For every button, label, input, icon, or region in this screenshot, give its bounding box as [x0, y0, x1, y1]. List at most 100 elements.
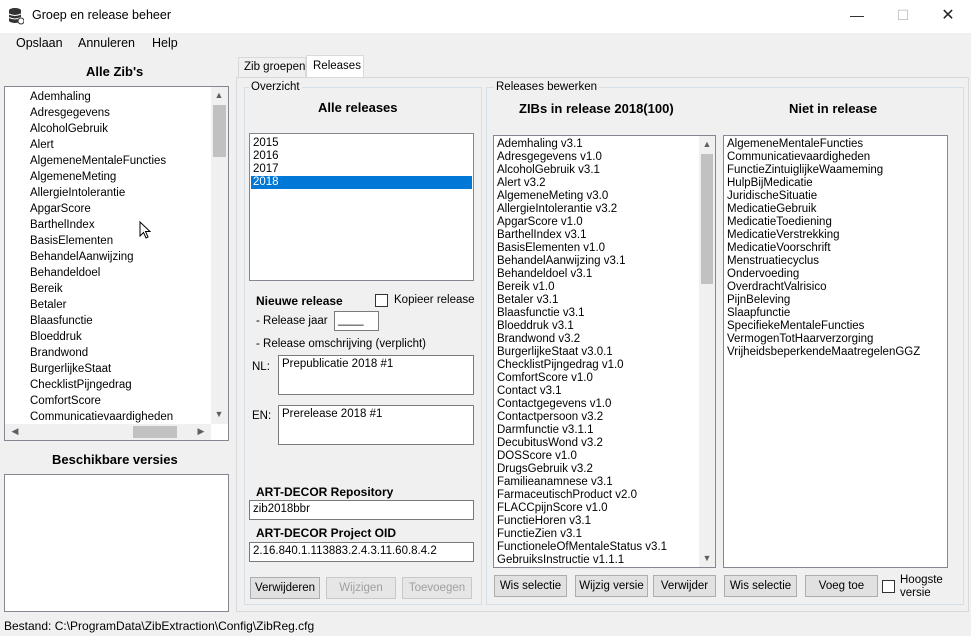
release-item[interactable]: 2017 — [253, 163, 472, 176]
en-description-input[interactable]: Prerelease 2018 #1 — [278, 405, 474, 445]
list-item[interactable]: Bloeddruk — [30, 331, 82, 344]
scroll-right-icon[interactable]: ▶ — [193, 426, 209, 437]
copy-release-checkbox[interactable] — [375, 294, 388, 307]
in-list-vscroll[interactable]: ▲ ▼ — [699, 136, 715, 567]
list-item[interactable]: Ademhaling v3.1 — [497, 138, 583, 151]
change-version-button[interactable]: Wijzig versie — [575, 575, 648, 597]
maximize-button[interactable]: ☐ — [880, 0, 926, 32]
scroll-up-icon[interactable]: ▲ — [211, 90, 227, 100]
list-item[interactable]: Ademhaling — [30, 91, 91, 104]
list-item[interactable]: Bereik — [30, 283, 63, 296]
list-item[interactable]: AllergieIntolerantie — [30, 187, 125, 200]
list-item[interactable]: Behandeldoel v3.1 — [497, 268, 592, 281]
clear-selection-left-button[interactable]: Wis selectie — [494, 575, 567, 597]
change-release-button[interactable]: Wijzigen — [326, 577, 396, 599]
list-item[interactable]: AllergieIntolerantie v3.2 — [497, 203, 617, 216]
remove-from-release-button[interactable]: Verwijder — [653, 575, 716, 597]
release-item[interactable]: 2015 — [253, 137, 472, 150]
list-item[interactable]: ComfortScore v1.0 — [497, 372, 593, 385]
list-item[interactable]: AlgemeneMeting — [30, 171, 116, 184]
scroll-left-icon[interactable]: ◀ — [7, 426, 23, 437]
scroll-up-icon[interactable]: ▲ — [699, 139, 715, 149]
list-item[interactable]: Betaler — [30, 299, 66, 312]
scroll-thumb[interactable] — [701, 154, 713, 284]
list-item[interactable]: AlgemeneMeting v3.0 — [497, 190, 608, 203]
list-item[interactable]: Adresgegevens — [30, 107, 110, 120]
in-release-list[interactable]: Ademhaling v3.1 Adresgegevens v1.0 Alcohol… — [493, 135, 716, 568]
add-to-release-button[interactable]: Voeg toe — [805, 575, 878, 597]
clear-selection-right-button[interactable]: Wis selectie — [724, 575, 797, 597]
list-item[interactable]: MedicatieGebruik — [727, 203, 816, 216]
list-item[interactable]: Brandwond v3.2 — [497, 333, 580, 346]
add-release-button[interactable]: Toevoegen — [402, 577, 472, 599]
list-item[interactable]: FLACCpijnScore v1.0 — [497, 502, 608, 515]
release-year-input[interactable]: ____ — [334, 311, 379, 331]
list-item[interactable]: ComfortScore — [30, 395, 101, 408]
not-in-release-list[interactable]: AlgemeneMentaleFuncties Communicatievaard… — [723, 135, 948, 568]
hscroll-thumb[interactable] — [133, 426, 177, 438]
list-item[interactable]: FarmaceutischProduct v2.0 — [497, 489, 637, 502]
menu-save[interactable]: Opslaan — [16, 36, 63, 50]
list-item[interactable]: Bereik v1.0 — [497, 281, 555, 294]
list-item[interactable]: BarthelIndex v3.1 — [497, 229, 587, 242]
nl-description-input[interactable]: Prepublicatie 2018 #1 — [278, 355, 474, 395]
list-item[interactable]: AlcoholGebruik v3.1 — [497, 164, 600, 177]
repo-input[interactable]: zib2018bbr — [249, 500, 474, 520]
list-item[interactable]: FunctieHoren v3.1 — [497, 515, 591, 528]
delete-release-button[interactable]: Verwijderen — [250, 577, 320, 599]
list-item[interactable]: Bloeddruk v3.1 — [497, 320, 574, 333]
list-item[interactable]: MedicatieVerstrekking — [727, 229, 840, 242]
zib-list-hscroll[interactable]: ◀ ▶ — [5, 424, 211, 440]
list-item[interactable]: AlgemeneMentaleFuncties — [727, 138, 863, 151]
list-item[interactable]: JuridischeSituatie — [727, 190, 817, 203]
releases-list[interactable]: 2015 2016 2017 2018 — [249, 133, 474, 281]
minimize-button[interactable]: — — [834, 0, 880, 32]
list-item[interactable]: Communicatievaardigheden — [727, 151, 870, 164]
list-item[interactable]: Contactpersoon v3.2 — [497, 411, 603, 424]
list-item[interactable]: Adresgegevens v1.0 — [497, 151, 602, 164]
list-item[interactable]: FunctioneleOfMentaleStatus v3.1 — [497, 541, 667, 554]
list-item[interactable]: BarthelIndex — [30, 219, 95, 232]
list-item[interactable]: MedicatieVoorschrift — [727, 242, 831, 255]
list-item[interactable]: OverdrachtValrisico — [727, 281, 827, 294]
list-item[interactable]: BasisElementen — [30, 235, 113, 248]
release-item[interactable]: 2016 — [253, 150, 472, 163]
scroll-down-icon[interactable]: ▼ — [699, 553, 715, 563]
list-item[interactable]: ChecklistPijngedrag v1.0 — [497, 359, 624, 372]
list-item[interactable]: PijnBeleving — [727, 294, 790, 307]
list-item[interactable]: GebruiksInstructie v1.1.1 — [497, 554, 624, 567]
scroll-down-icon[interactable]: ▼ — [211, 409, 227, 419]
release-item-selected[interactable]: 2018 — [251, 176, 472, 189]
tab-releases[interactable]: Releases — [306, 55, 364, 78]
list-item[interactable]: AlgemeneMentaleFuncties — [30, 155, 166, 168]
list-item[interactable]: Brandwond — [30, 347, 88, 360]
list-item[interactable]: ApgarScore v1.0 — [497, 216, 583, 229]
zib-list[interactable]: Ademhaling Adresgegevens AlcoholGebruik Ale… — [4, 86, 229, 441]
list-item[interactable]: VermogenTotHaarverzorging — [727, 333, 873, 346]
list-item[interactable]: Alert v3.2 — [497, 177, 546, 190]
list-item[interactable]: Alert — [30, 139, 54, 152]
list-item[interactable]: Ondervoeding — [727, 268, 799, 281]
list-item[interactable]: BurgerlijkeStaat v3.0.1 — [497, 346, 613, 359]
menu-help[interactable]: Help — [152, 36, 178, 50]
tab-zib-groups[interactable]: Zib groepen — [238, 57, 306, 77]
close-button[interactable]: ✕ — [925, 0, 971, 32]
list-item[interactable]: BurgerlijkeStaat — [30, 363, 111, 376]
list-item[interactable]: FunctieZien v3.1 — [497, 528, 582, 541]
list-item[interactable]: FunctieZintuiglijkeWaameming — [727, 164, 883, 177]
zib-list-vscroll[interactable]: ▲ ▼ — [211, 87, 228, 424]
list-item[interactable]: Slaapfunctie — [727, 307, 790, 320]
list-item[interactable]: DrugsGebruik v3.2 — [497, 463, 593, 476]
scroll-thumb[interactable] — [213, 105, 226, 157]
list-item[interactable]: Familieanamnese v3.1 — [497, 476, 613, 489]
list-item[interactable]: BehandelAanwijzing v3.1 — [497, 255, 626, 268]
list-item[interactable]: ApgarScore — [30, 203, 91, 216]
list-item[interactable]: HulpBijMedicatie — [727, 177, 813, 190]
list-item[interactable]: Blaasfunctie v3.1 — [497, 307, 585, 320]
oid-input[interactable]: 2.16.840.1.113883.2.4.3.11.60.8.4.2 — [249, 542, 474, 562]
list-item[interactable]: Contactgegevens v1.0 — [497, 398, 611, 411]
list-item[interactable]: Darmfunctie v3.1.1 — [497, 424, 594, 437]
list-item[interactable]: VrijheidsbeperkendeMaatregelenGGZ — [727, 346, 920, 359]
list-item[interactable]: DecubitusWond v3.2 — [497, 437, 603, 450]
list-item[interactable]: Betaler v3.1 — [497, 294, 558, 307]
